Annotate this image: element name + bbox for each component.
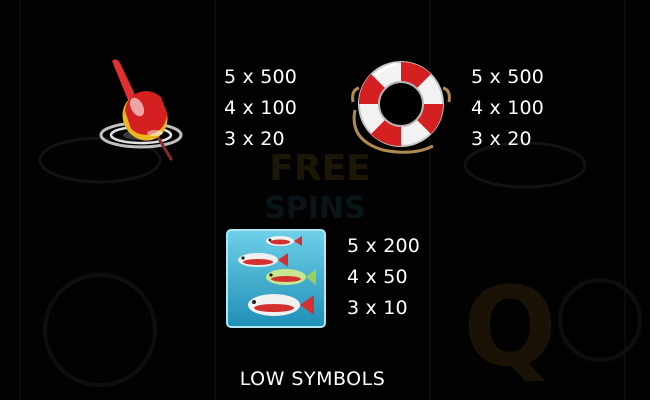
paytable-fishing-bobber: 5 x 500 4 x 100 3 x 20 (224, 62, 297, 155)
paytable-life-ring: 5 x 500 4 x 100 3 x 20 (471, 62, 544, 155)
payout-row: 5 x 500 (471, 66, 545, 88)
payout-row: 3 x 10 (347, 297, 408, 319)
life-ring-icon (351, 61, 451, 154)
fishing-bobber-icon (99, 59, 183, 161)
payout-row: 5 x 200 (347, 235, 421, 257)
payout-row: 4 x 100 (224, 97, 298, 119)
paytable-fish-tank: 5 x 200 4 x 50 3 x 10 (347, 231, 420, 324)
payout-row: 3 x 20 (471, 128, 532, 150)
watermark-spins: SPINS (264, 191, 365, 226)
payout-row: 4 x 100 (471, 97, 545, 119)
fish-tank-icon (226, 229, 326, 328)
paytable-page: FREE SPINS Q 5 x 500 4 x 100 3 x 20 5 x … (0, 0, 650, 400)
section-title: LOW SYMBOLS (239, 368, 386, 390)
payout-row: 3 x 20 (224, 128, 285, 150)
payout-row: 5 x 500 (224, 66, 298, 88)
payout-row: 4 x 50 (347, 266, 408, 288)
